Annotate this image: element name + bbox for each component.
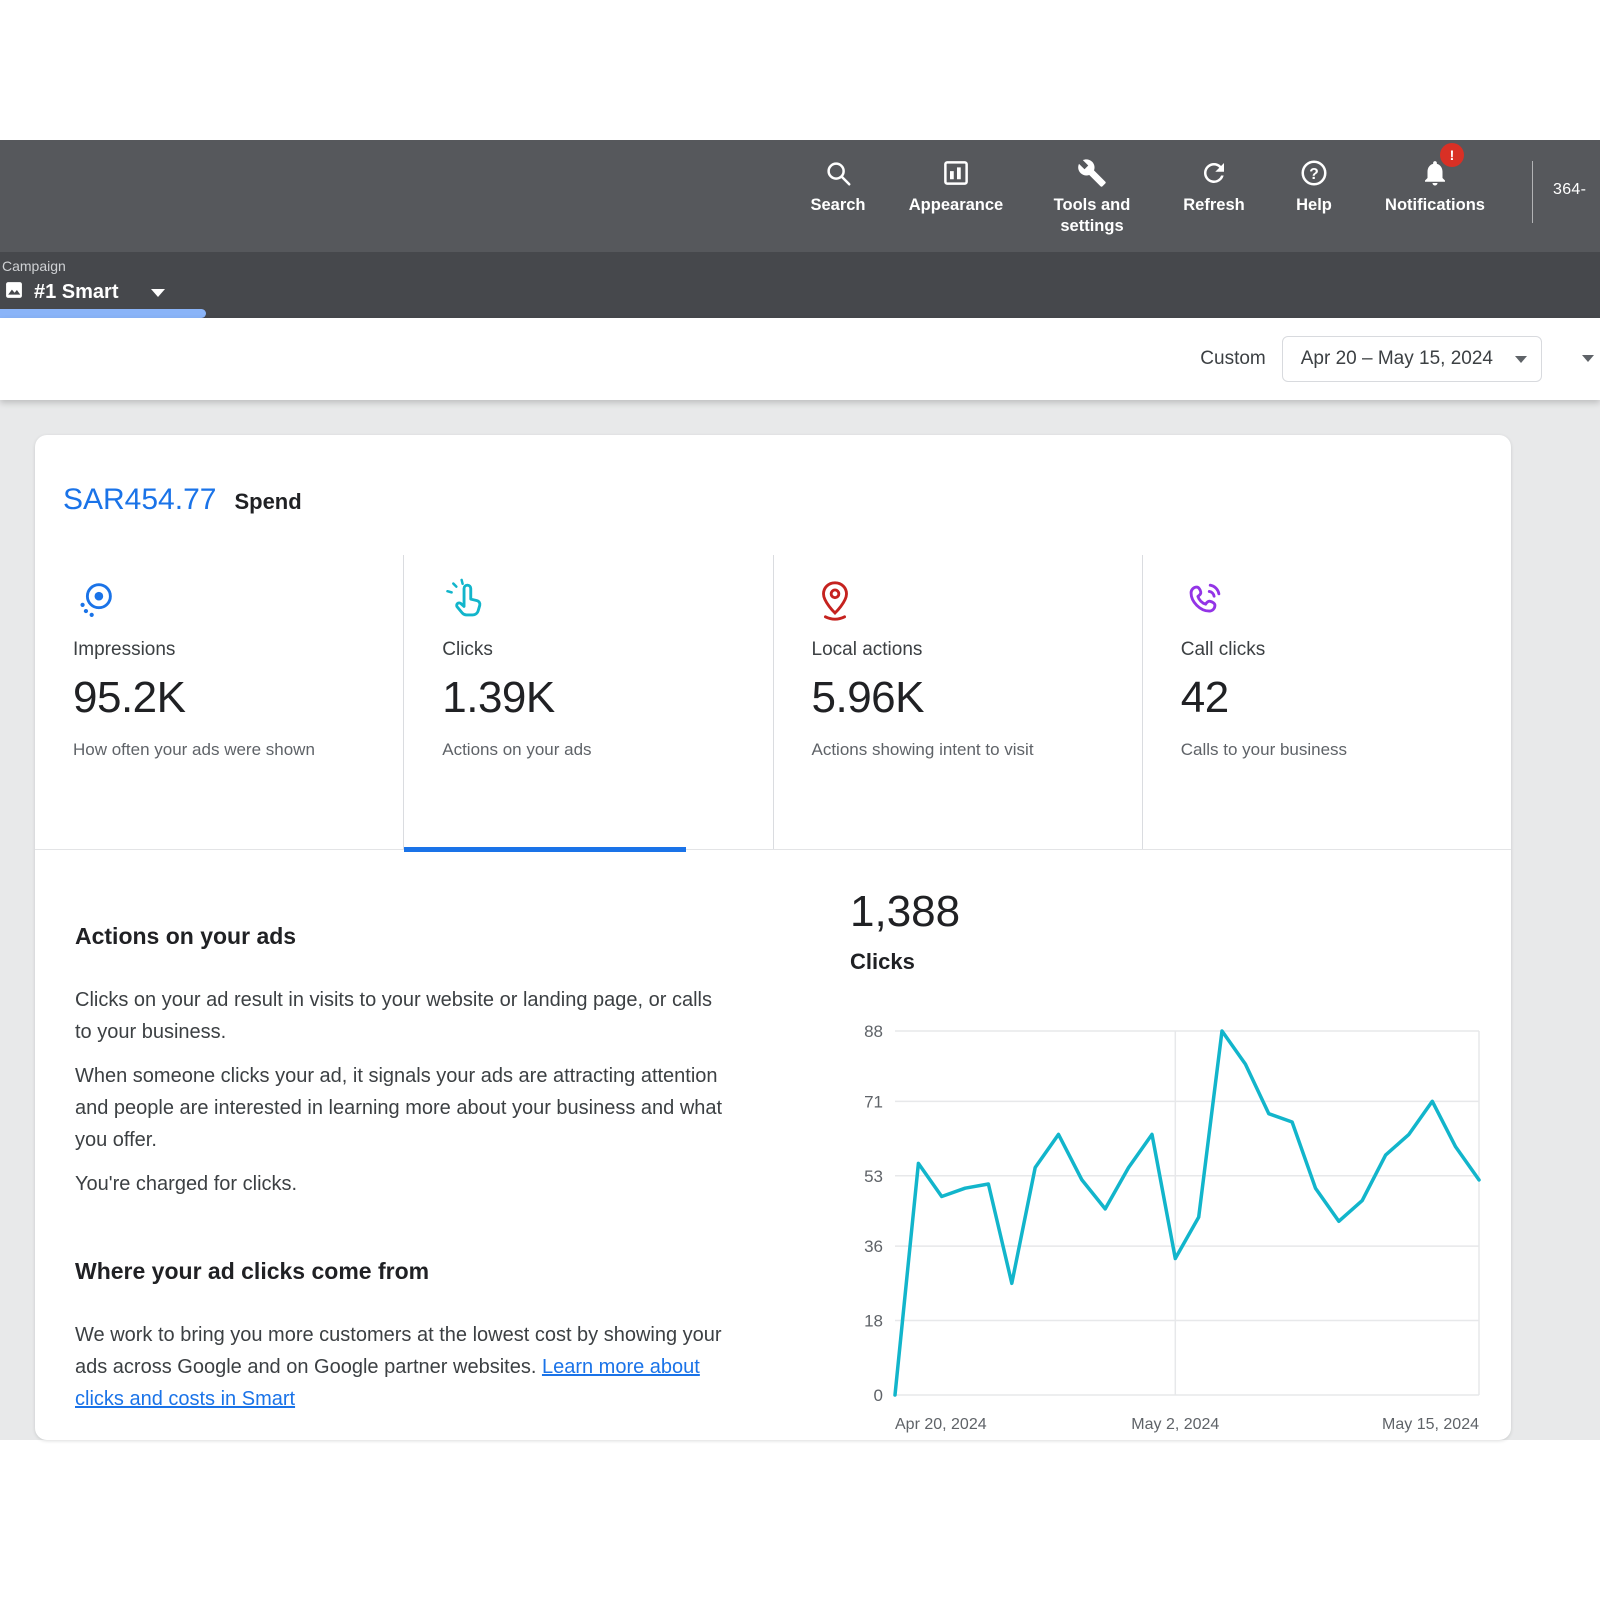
- svg-text:88: 88: [864, 1025, 883, 1041]
- account-id: 364-: [1553, 181, 1586, 199]
- search-label: Search: [810, 195, 865, 216]
- svg-text:May 15, 2024: May 15, 2024: [1382, 1416, 1479, 1433]
- paragraph: Clicks on your ad result in visits to yo…: [75, 984, 730, 1048]
- metric-tabs: Impressions 95.2K How often your ads wer…: [35, 555, 1511, 850]
- search-button[interactable]: Search: [792, 155, 884, 216]
- chart-total-value: 1,388: [850, 887, 1490, 937]
- selected-metric-underline: [404, 847, 686, 852]
- refresh-button[interactable]: Refresh: [1164, 155, 1264, 216]
- help-label: Help: [1296, 195, 1332, 216]
- notification-badge: !: [1440, 143, 1464, 167]
- campaign-name: #1 Smart: [34, 281, 119, 304]
- help-icon: ?: [1299, 155, 1329, 191]
- chart-subtitle: Clicks: [850, 949, 1490, 975]
- metric-tab-local-actions[interactable]: Local actions 5.96K Actions showing inte…: [773, 555, 1142, 849]
- spend-label: Spend: [234, 489, 301, 515]
- local-actions-pin-icon: [812, 577, 1100, 625]
- impressions-icon: [73, 577, 361, 625]
- campaign-bar: Campaign #1 Smart: [0, 252, 1600, 318]
- clicks-explanation: Actions on your ads Clicks on your ad re…: [75, 923, 730, 1415]
- toolbar-divider: [1532, 161, 1533, 223]
- tools-and-settings-button[interactable]: Tools and settings: [1028, 155, 1156, 236]
- svg-text:Apr 20, 2024: Apr 20, 2024: [895, 1416, 987, 1433]
- chevron-down-icon: [1515, 356, 1527, 363]
- paragraph-with-link: We work to bring you more customers at t…: [75, 1319, 730, 1415]
- campaign-icon: [4, 280, 24, 305]
- metric-value: 1.39K: [442, 673, 730, 723]
- svg-text:53: 53: [864, 1167, 883, 1186]
- refresh-icon: [1199, 155, 1229, 191]
- toolbar-actions: Search Appearance Tools and settings Ref…: [792, 140, 1586, 252]
- tools-icon: [1077, 155, 1107, 191]
- metric-label: Clicks: [442, 639, 730, 661]
- campaign-eyebrow-label: Campaign: [2, 258, 66, 274]
- paragraph: You're charged for clicks.: [75, 1168, 730, 1200]
- notifications-bell-icon: !: [1420, 155, 1450, 191]
- clicks-line-chart: 0 18 36 53 71 88 Apr 20, 2024 May 2, 2024 May 15…: [850, 1025, 1485, 1440]
- refresh-label: Refresh: [1183, 195, 1244, 216]
- metric-label: Impressions: [73, 639, 361, 661]
- tools-label: Tools and settings: [1028, 195, 1156, 236]
- appearance-button[interactable]: Appearance: [892, 155, 1020, 216]
- metric-description: Actions showing intent to visit: [812, 737, 1100, 763]
- spend-summary: SAR454.77 Spend: [63, 483, 302, 517]
- metric-value: 42: [1181, 673, 1469, 723]
- appearance-icon: [941, 155, 971, 191]
- svg-text:0: 0: [874, 1386, 883, 1405]
- chevron-down-icon: [151, 289, 165, 297]
- svg-text:?: ?: [1309, 166, 1319, 183]
- spend-amount: SAR454.77: [63, 483, 216, 517]
- paragraph: When someone clicks your ad, it signals …: [75, 1060, 730, 1156]
- svg-text:May 2, 2024: May 2, 2024: [1131, 1416, 1219, 1433]
- call-clicks-phone-icon: [1181, 577, 1469, 625]
- search-icon: [823, 155, 853, 191]
- metric-tab-impressions[interactable]: Impressions 95.2K How often your ads wer…: [35, 555, 403, 849]
- metric-label: Call clicks: [1181, 639, 1469, 661]
- metric-label: Local actions: [812, 639, 1100, 661]
- metric-description: Calls to your business: [1181, 737, 1469, 763]
- date-range-value: Apr 20 – May 15, 2024: [1301, 348, 1493, 370]
- notifications-button[interactable]: ! Notifications: [1364, 155, 1506, 216]
- active-tab-indicator: [0, 309, 206, 318]
- appearance-label: Appearance: [909, 195, 1003, 216]
- overview-card: SAR454.77 Spend Impressions 95.2K How of…: [35, 435, 1511, 1440]
- svg-text:71: 71: [864, 1092, 883, 1111]
- metric-value: 95.2K: [73, 673, 361, 723]
- campaign-selector[interactable]: #1 Smart: [4, 280, 165, 305]
- main-content: SAR454.77 Spend Impressions 95.2K How of…: [0, 400, 1600, 1440]
- collapsed-control-chevron-icon[interactable]: [1582, 355, 1594, 362]
- svg-text:18: 18: [864, 1312, 883, 1331]
- metric-tab-clicks[interactable]: Clicks 1.39K Actions on your ads: [403, 555, 772, 849]
- date-range-picker[interactable]: Apr 20 – May 15, 2024: [1282, 336, 1542, 382]
- help-button[interactable]: ? Help: [1272, 155, 1356, 216]
- clicks-icon: [442, 577, 730, 625]
- section-heading-actions: Actions on your ads: [75, 923, 730, 950]
- metric-description: How often your ads were shown: [73, 737, 361, 763]
- metric-tab-call-clicks[interactable]: Call clicks 42 Calls to your business: [1142, 555, 1511, 849]
- section-heading-where-clicks: Where your ad clicks come from: [75, 1258, 730, 1285]
- top-toolbar: Search Appearance Tools and settings Ref…: [0, 140, 1600, 252]
- metric-description: Actions on your ads: [442, 737, 730, 763]
- metric-value: 5.96K: [812, 673, 1100, 723]
- filter-bar: Custom Apr 20 – May 15, 2024: [0, 318, 1600, 400]
- clicks-chart-block: 1,388 Clicks 0 18 36 53 71 88 Apr 20, 2024 May …: [850, 887, 1490, 1440]
- svg-text:36: 36: [864, 1237, 883, 1256]
- custom-range-label: Custom: [1200, 348, 1265, 370]
- google-ads-dashboard: Search Appearance Tools and settings Ref…: [0, 0, 1600, 1600]
- notifications-label: Notifications: [1385, 195, 1485, 216]
